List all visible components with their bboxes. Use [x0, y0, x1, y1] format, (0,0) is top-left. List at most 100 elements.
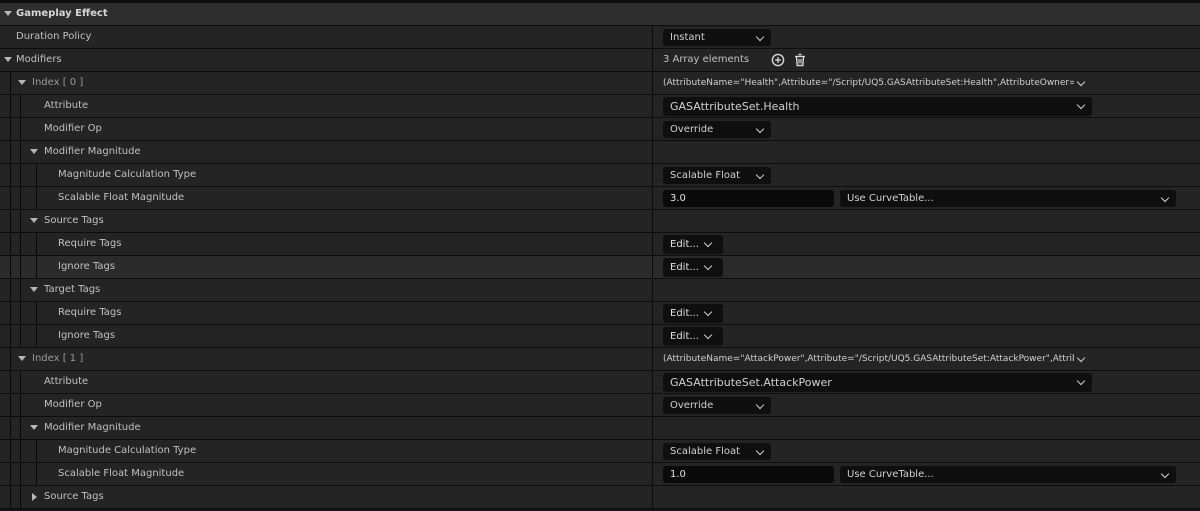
chevron-down-icon [1160, 469, 1170, 479]
row-scalable-float-0: Scalable Float Magnitude 3.0 Use CurveTa… [0, 187, 1200, 210]
expand-arrow-icon[interactable] [30, 218, 38, 223]
array-count: 3 Array elements [663, 54, 750, 65]
scalable-float-input[interactable]: 1.0 [663, 466, 834, 483]
edit-tags-button[interactable]: Edit... [663, 327, 723, 346]
expand-arrow-icon[interactable] [30, 149, 38, 154]
source-tags-label: Source Tags [44, 215, 104, 226]
modifier-op-value: Override [670, 400, 714, 411]
curve-table-value: Use CurveTable... [847, 469, 934, 480]
attribute-value: GASAttributeSet.AttackPower [670, 376, 832, 389]
modifier-magnitude-label: Modifier Magnitude [44, 146, 141, 157]
chevron-down-icon [1076, 100, 1086, 110]
edit-button-label: Edit... [670, 331, 699, 342]
modifier-op-dropdown[interactable]: Override [663, 121, 771, 138]
expand-arrow-icon[interactable] [30, 287, 38, 292]
chevron-down-icon [703, 330, 713, 340]
curve-table-dropdown[interactable]: Use CurveTable... [840, 190, 1176, 207]
row-target-ignore-tags-0: Ignore Tags Edit... [0, 325, 1200, 348]
row-source-tags-0[interactable]: Source Tags [0, 210, 1200, 233]
calc-type-label: Magnitude Calculation Type [58, 445, 197, 456]
chevron-down-icon [703, 307, 713, 317]
expand-arrow-icon[interactable] [4, 11, 12, 16]
category-title: Gameplay Effect [16, 8, 108, 19]
chevron-down-icon [703, 261, 713, 271]
collapse-arrow-icon[interactable] [32, 493, 37, 501]
expand-arrow-icon[interactable] [4, 57, 12, 62]
require-tags-label: Require Tags [58, 238, 122, 249]
edit-button-label: Edit... [670, 308, 699, 319]
edit-button-label: Edit... [670, 239, 699, 250]
row-modifier-magnitude-0[interactable]: Modifier Magnitude [0, 141, 1200, 164]
curve-table-dropdown[interactable]: Use CurveTable... [840, 466, 1176, 483]
row-attribute-1: Attribute GASAttributeSet.AttackPower [0, 371, 1200, 394]
chevron-down-icon [755, 446, 765, 456]
attribute-dropdown[interactable]: GASAttributeSet.Health [663, 97, 1092, 116]
ignore-tags-label: Ignore Tags [58, 261, 116, 272]
target-tags-label: Target Tags [44, 284, 101, 295]
calc-type-dropdown[interactable]: Scalable Float [663, 167, 771, 184]
curve-table-value: Use CurveTable... [847, 193, 934, 204]
row-modifiers[interactable]: Modifiers 3 Array elements [0, 49, 1200, 72]
modifier-magnitude-label: Modifier Magnitude [44, 422, 141, 433]
modifier-op-dropdown[interactable]: Override [663, 397, 771, 414]
row-attribute-0: Attribute GASAttributeSet.Health [0, 95, 1200, 118]
duration-policy-label: Duration Policy [16, 31, 92, 42]
index-1-summary: (AttributeName="AttackPower",Attribute="… [663, 354, 1074, 364]
calc-type-label: Magnitude Calculation Type [58, 169, 197, 180]
duration-policy-dropdown[interactable]: Instant [663, 29, 771, 46]
row-modifier-op-0: Modifier Op Override [0, 118, 1200, 141]
duration-policy-value: Instant [670, 32, 705, 43]
index-0-summary: (AttributeName="Health",Attribute="/Scri… [663, 78, 1074, 88]
scalable-float-label: Scalable Float Magnitude [58, 468, 185, 479]
modifier-op-label: Modifier Op [44, 123, 102, 134]
calc-type-value: Scalable Float [670, 446, 741, 457]
category-gameplay-effect[interactable]: Gameplay Effect [0, 3, 1200, 26]
expand-arrow-icon[interactable] [30, 425, 38, 430]
attribute-label: Attribute [44, 100, 89, 111]
source-tags-label: Source Tags [44, 491, 104, 502]
edit-tags-button[interactable]: Edit... [663, 258, 723, 277]
chevron-down-icon [755, 400, 765, 410]
scalable-float-input[interactable]: 3.0 [663, 190, 834, 207]
calc-type-value: Scalable Float [670, 170, 741, 181]
row-source-require-tags-0: Require Tags Edit... [0, 233, 1200, 256]
row-modifier-magnitude-1[interactable]: Modifier Magnitude [0, 417, 1200, 440]
chevron-down-icon [1160, 193, 1170, 203]
require-tags-label: Require Tags [58, 307, 122, 318]
edit-button-label: Edit... [670, 262, 699, 273]
edit-tags-button[interactable]: Edit... [663, 235, 723, 254]
calc-type-dropdown[interactable]: Scalable Float [663, 443, 771, 460]
modifiers-label: Modifiers [16, 54, 62, 65]
row-target-require-tags-0: Require Tags Edit... [0, 302, 1200, 325]
attribute-label: Attribute [44, 376, 89, 387]
trash-icon[interactable] [793, 53, 807, 67]
row-source-tags-1[interactable]: Source Tags [0, 486, 1200, 509]
row-calc-type-1: Magnitude Calculation Type Scalable Floa… [0, 440, 1200, 463]
attribute-dropdown[interactable]: GASAttributeSet.AttackPower [663, 373, 1092, 392]
row-scalable-float-1: Scalable Float Magnitude 1.0 Use CurveTa… [0, 463, 1200, 486]
row-modifier-op-1: Modifier Op Override [0, 394, 1200, 417]
index-0-label: Index [ 0 ] [32, 77, 84, 88]
modifier-op-label: Modifier Op [44, 399, 102, 410]
expand-arrow-icon[interactable] [18, 80, 26, 85]
row-target-tags-0[interactable]: Target Tags [0, 279, 1200, 302]
edit-tags-button[interactable]: Edit... [663, 304, 723, 323]
chevron-down-icon [755, 170, 765, 180]
expand-arrow-icon[interactable] [18, 356, 26, 361]
row-index-1[interactable]: Index [ 1 ] (AttributeName="AttackPower"… [0, 348, 1200, 371]
row-calc-type-0: Magnitude Calculation Type Scalable Floa… [0, 164, 1200, 187]
chevron-down-icon [703, 238, 713, 248]
row-index-0[interactable]: Index [ 0 ] (AttributeName="Health",Attr… [0, 72, 1200, 95]
details-panel: Gameplay Effect Duration Policy Instant … [0, 0, 1200, 511]
chevron-down-icon [1076, 376, 1086, 386]
chevron-down-icon [755, 124, 765, 134]
row-duration-policy: Duration Policy Instant [0, 26, 1200, 49]
attribute-value: GASAttributeSet.Health [670, 100, 800, 113]
scalable-float-label: Scalable Float Magnitude [58, 192, 185, 203]
chevron-down-icon [755, 32, 765, 42]
index-1-label: Index [ 1 ] [32, 353, 84, 364]
row-source-ignore-tags-0: Ignore Tags Edit... [0, 256, 1200, 279]
add-element-icon[interactable] [771, 53, 785, 67]
modifier-op-value: Override [670, 124, 714, 135]
ignore-tags-label: Ignore Tags [58, 330, 116, 341]
